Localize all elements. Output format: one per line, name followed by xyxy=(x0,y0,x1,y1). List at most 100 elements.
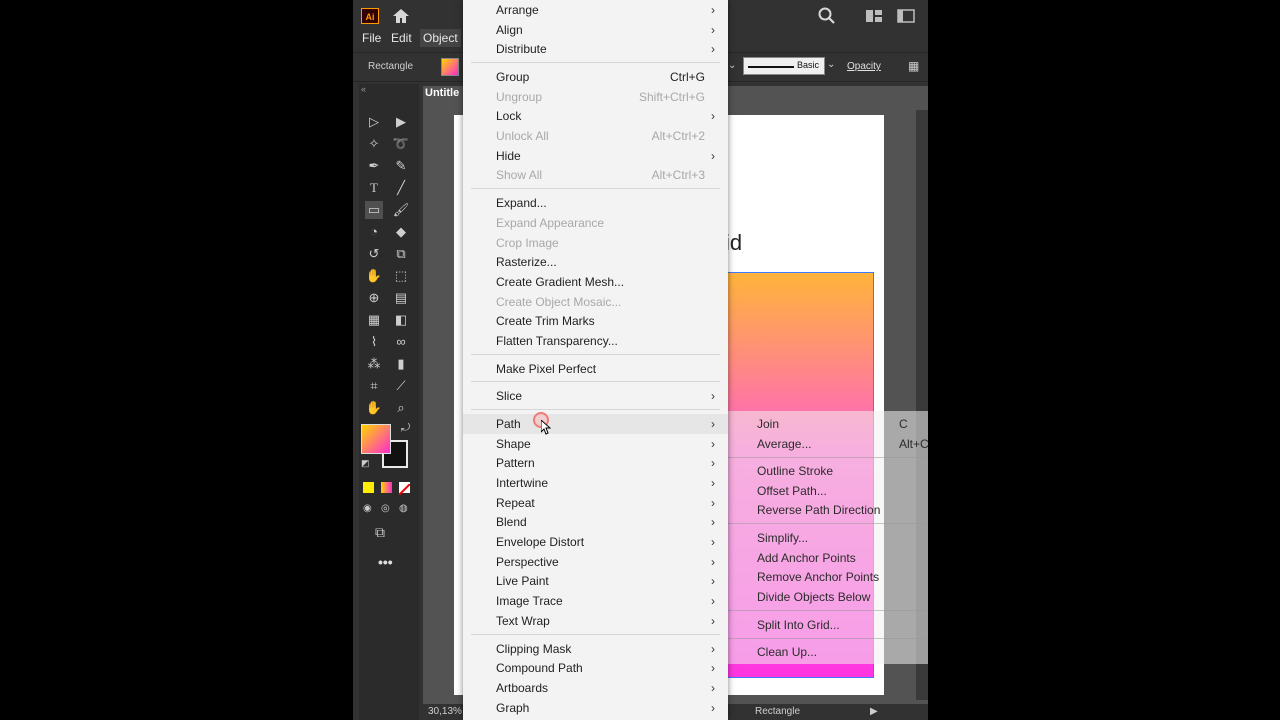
document-tab[interactable]: Untitle xyxy=(425,87,459,103)
pen-tool-icon[interactable]: ✒ xyxy=(365,157,383,175)
draw-inside-icon[interactable]: ◍ xyxy=(399,503,408,514)
fill-color-box[interactable] xyxy=(361,424,391,454)
eyedropper-icon[interactable]: ⌇ xyxy=(365,333,383,351)
direct-selection-tool-icon[interactable]: ▶ xyxy=(392,113,410,131)
paintbrush-icon[interactable]: 🖌 xyxy=(392,201,410,219)
perspective-grid-icon[interactable]: ▤ xyxy=(392,289,410,307)
gradient-mode-icon[interactable] xyxy=(381,482,392,493)
menu-item-blend[interactable]: Blend › xyxy=(463,512,728,532)
chevron-down-icon[interactable]: ⌄ xyxy=(728,60,736,71)
opacity-link[interactable]: Opacity xyxy=(847,61,881,72)
menu-item-create-gradient-mesh[interactable]: Create Gradient Mesh... xyxy=(463,272,728,292)
draw-normal-icon[interactable]: ◉ xyxy=(363,503,372,514)
line-tool-icon[interactable]: ╱ xyxy=(392,179,410,197)
rectangle-tool-icon[interactable]: ▭ xyxy=(365,201,383,219)
submenu-item-simplify[interactable]: Simplify... xyxy=(757,529,808,547)
grid-icon[interactable]: ▦ xyxy=(908,59,919,73)
none-mode-icon[interactable] xyxy=(398,482,411,496)
menu-item-text-wrap[interactable]: Text Wrap › xyxy=(463,611,728,631)
collapse-icon[interactable]: « xyxy=(361,84,366,94)
eraser-icon[interactable]: ◆ xyxy=(392,223,410,241)
menu-item-compound-path[interactable]: Compound Path › xyxy=(463,658,728,678)
menu-item-clipping-mask[interactable]: Clipping Mask › xyxy=(463,639,728,659)
gradient-tool-icon[interactable]: ◧ xyxy=(392,311,410,329)
menu-item-path[interactable]: Path › xyxy=(463,414,728,434)
home-icon[interactable] xyxy=(391,6,411,26)
color-mode-icon[interactable] xyxy=(363,482,374,493)
menu-item-group[interactable]: Group Ctrl+G xyxy=(463,67,728,87)
chevron-right-icon: › xyxy=(711,496,715,510)
lasso-icon[interactable]: ➰ xyxy=(392,135,410,153)
selection-tool-icon[interactable]: ▷ xyxy=(365,113,383,131)
play-icon[interactable]: ▶ xyxy=(870,704,878,720)
menu-item-distribute[interactable]: Distribute › xyxy=(463,39,728,59)
rotate-tool-icon[interactable]: ↺ xyxy=(365,245,383,263)
swap-colors-icon[interactable]: ⤾ xyxy=(401,422,410,435)
curvature-tool-icon[interactable]: ✎ xyxy=(392,157,410,175)
menu-item-arrange[interactable]: Arrange › xyxy=(463,0,728,20)
submenu-item-join[interactable]: Join xyxy=(757,415,779,433)
menu-item-graph[interactable]: Graph › xyxy=(463,698,728,718)
chevron-down-icon[interactable]: ⌄ xyxy=(827,59,835,70)
blend-tool-icon[interactable]: ∞ xyxy=(392,333,410,351)
shape-builder-icon[interactable]: ⊕ xyxy=(365,289,383,307)
menu-item-image-trace[interactable]: Image Trace › xyxy=(463,591,728,611)
menu-edit[interactable]: Edit xyxy=(388,29,415,47)
arrange-documents-icon[interactable] xyxy=(865,9,883,28)
slice-tool-icon[interactable]: ⟋ xyxy=(392,377,410,395)
menu-item-live-paint[interactable]: Live Paint › xyxy=(463,571,728,591)
menu-item-create-trim-marks[interactable]: Create Trim Marks xyxy=(463,311,728,331)
symbol-sprayer-icon[interactable]: ⁂ xyxy=(365,355,383,373)
menu-item-rasterize[interactable]: Rasterize... xyxy=(463,252,728,272)
free-transform-icon[interactable]: ⬚ xyxy=(392,267,410,285)
search-icon[interactable] xyxy=(817,6,837,31)
menu-item-perspective[interactable]: Perspective › xyxy=(463,552,728,572)
submenu-item-remove-anchor-points[interactable]: Remove Anchor Points xyxy=(757,568,879,586)
mesh-tool-icon[interactable]: ▦ xyxy=(365,311,383,329)
menu-item-pattern[interactable]: Pattern › xyxy=(463,453,728,473)
menu-item-flatten-transparency[interactable]: Flatten Transparency... xyxy=(463,331,728,351)
screen-mode-icon[interactable]: ⧉ xyxy=(375,524,385,541)
magic-wand-icon[interactable]: ✧ xyxy=(365,135,383,153)
submenu-item-reverse-path-direction[interactable]: Reverse Path Direction xyxy=(757,501,880,519)
menu-item-lock[interactable]: Lock › xyxy=(463,106,728,126)
zoom-tool-icon[interactable]: ⌕ xyxy=(392,399,410,417)
scale-tool-icon[interactable]: ⧉ xyxy=(392,245,410,263)
menu-item-shape[interactable]: Shape › xyxy=(463,434,728,454)
warp-tool-icon[interactable]: ✋ xyxy=(365,267,383,285)
menu-item-artboards[interactable]: Artboards › xyxy=(463,678,728,698)
submenu-item-add-anchor-points[interactable]: Add Anchor Points xyxy=(757,549,856,567)
menu-item-align[interactable]: Align › xyxy=(463,20,728,40)
menu-item-hide[interactable]: Hide › xyxy=(463,146,728,166)
submenu-item-divide-objects-below[interactable]: Divide Objects Below xyxy=(757,588,870,606)
menu-file[interactable]: File xyxy=(359,29,384,47)
menu-item-intertwine[interactable]: Intertwine › xyxy=(463,473,728,493)
chevron-right-icon: › xyxy=(711,642,715,656)
menu-object[interactable]: Object xyxy=(420,29,461,47)
submenu-item-split-into-grid[interactable]: Split Into Grid... xyxy=(757,616,840,634)
graph-tool-icon[interactable]: ▮ xyxy=(392,355,410,373)
chevron-right-icon: › xyxy=(711,594,715,608)
zoom-level[interactable]: 30,13% xyxy=(428,704,462,720)
draw-behind-icon[interactable]: ◎ xyxy=(381,503,390,514)
default-colors-icon[interactable]: ◩ xyxy=(361,458,370,469)
menu-item-make-pixel-perfect[interactable]: Make Pixel Perfect xyxy=(463,359,728,379)
menu-item-label: Clipping Mask xyxy=(496,642,572,656)
hand-tool-icon[interactable]: ✋ xyxy=(365,399,383,417)
more-tools-icon[interactable]: ••• xyxy=(378,554,393,570)
fill-swatch[interactable] xyxy=(441,58,459,76)
menu-item-repeat[interactable]: Repeat › xyxy=(463,493,728,513)
menu-item-expand[interactable]: Expand... xyxy=(463,193,728,213)
submenu-item-average[interactable]: Average... xyxy=(757,435,811,453)
menu-item-label: Arrange xyxy=(496,3,539,17)
type-tool-icon[interactable]: T xyxy=(365,179,383,197)
submenu-item-clean-up[interactable]: Clean Up... xyxy=(757,643,817,661)
panel-icon[interactable] xyxy=(897,9,915,28)
submenu-item-offset-path[interactable]: Offset Path... xyxy=(757,482,827,500)
menu-item-slice[interactable]: Slice › xyxy=(463,386,728,406)
shaper-tool-icon[interactable]: ◔ xyxy=(365,223,383,241)
menu-item-envelope-distort[interactable]: Envelope Distort › xyxy=(463,532,728,552)
artboard-tool-icon[interactable]: ⌗ xyxy=(365,377,383,395)
stroke-style-select[interactable]: Basic xyxy=(743,57,825,75)
submenu-item-outline-stroke[interactable]: Outline Stroke xyxy=(757,462,833,480)
